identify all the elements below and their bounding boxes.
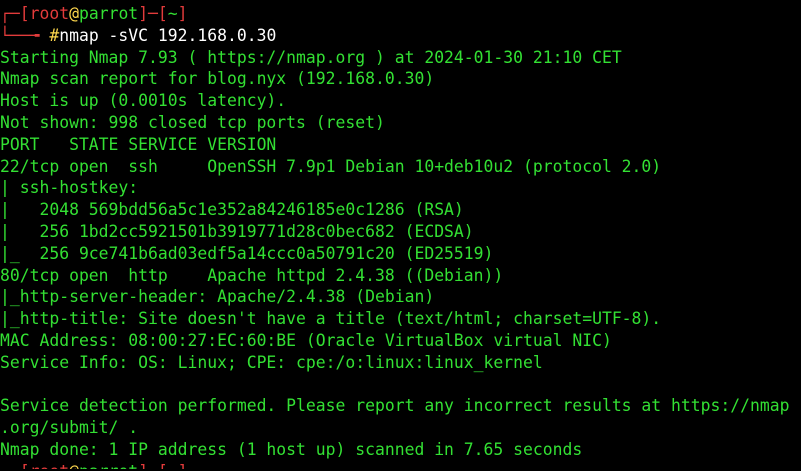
prompt-host: parrot [78,4,139,23]
output-line: 80/tcp open http Apache httpd 2.4.38 ((D… [0,265,504,285]
output-line: MAC Address: 08:00:27:EC:60:BE (Oracle V… [0,330,612,350]
output-line: Service detection performed. Please repo… [0,396,790,416]
command-text: nmap -sVC 192.168.0.30 [59,25,277,45]
output-line: | ssh-hostkey: [0,178,149,198]
output-line: |_ 256 9ce741b6ad03edf5a14ccc0a50791c20 … [0,243,494,263]
prompt-line-command: └──╼ #nmap -sVC 192.168.0.30 [0,25,801,47]
prompt-symbol: # [49,25,60,45]
prompt-user: root [29,4,70,23]
prompt-at: @ [69,4,79,23]
prompt-end: ] [178,462,188,469]
output-line: Nmap scan report for blog.nyx (192.168.0… [0,69,435,89]
prompt-corner-top: ┌─[ [0,4,30,23]
output-line: PORT STATE SERVICE VERSION [0,134,277,154]
terminal-window[interactable]: ┌─[root@parrot]─[~] └──╼ #nmap -sVC 192.… [0,0,801,471]
output-line: 22/tcp open ssh OpenSSH 7.9p1 Debian 10+… [0,156,662,176]
output-line: Host is up (0.0010s latency). [0,91,287,111]
prompt-host: parrot [79,462,138,469]
output-line: Nmap done: 1 IP address (1 host up) scan… [0,439,583,459]
prompt-separator: ]─[ [138,462,168,469]
prompt-at: @ [69,462,79,469]
output-line: Not shown: 998 closed tcp ports (reset) [0,112,385,132]
output-line: | 2048 569bdd56a5c1e352a84246185e0c1286 … [0,200,464,220]
prompt-user: root [30,462,69,469]
output-line: .org/submit/ . [0,418,139,438]
prompt-line-top: ┌─[root@parrot]─[~] [0,3,801,25]
prompt-corner-top: ┌─[ [0,462,30,469]
prompt-cwd: ~ [168,462,178,469]
output-line: Service Info: OS: Linux; CPE: cpe:/o:lin… [0,352,543,372]
prompt-cwd: ~ [167,4,178,23]
output-line: |_http-server-header: Apache/2.4.38 (Deb… [0,287,435,307]
output-line: Starting Nmap 7.93 ( https://nmap.org ) … [0,47,622,67]
prompt-separator: ]─[ [138,4,168,23]
output-line: | 256 1bd2cc5921501b3919771d28c0bec682 (… [0,221,474,241]
prompt-corner-bottom: └──╼ [0,25,50,45]
next-prompt-line: ┌─[root@parrot]─[~] [0,461,801,469]
output-line: |_http-title: Site doesn't have a title … [0,309,662,329]
prompt-end: ] [177,4,188,23]
